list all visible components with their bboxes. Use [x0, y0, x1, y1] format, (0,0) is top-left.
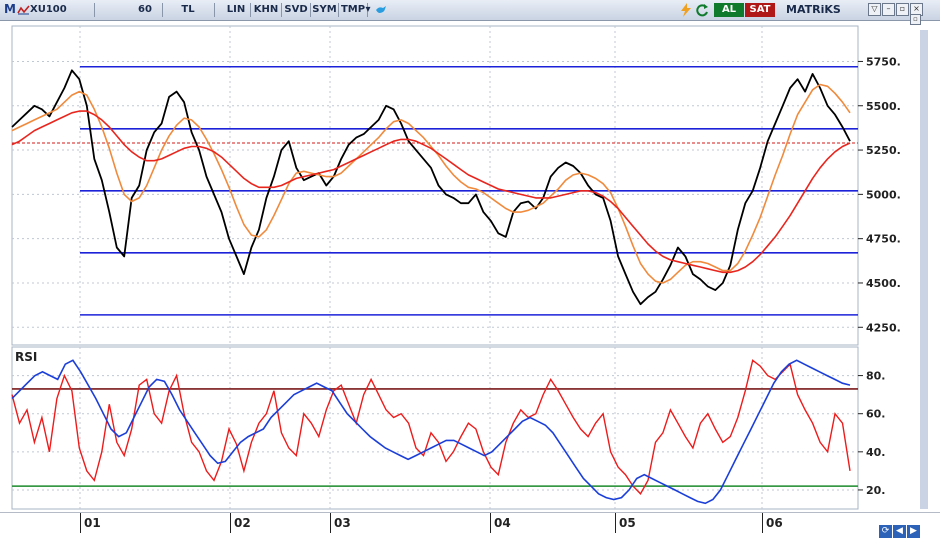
price-tick-label: 4750. [866, 233, 901, 246]
rsi-tick-label: 40. [866, 446, 886, 459]
navigation-controls: ⟳ ◀ ▶ [879, 518, 921, 538]
chart-area[interactable]: 5750.5500.5250.5000.4750.4500.4250. RSI … [0, 20, 940, 512]
rsi-tick-label: 60. [866, 408, 886, 421]
lightning-icon[interactable] [680, 3, 692, 17]
app-logo: M [4, 2, 16, 16]
date-tick-mark [762, 513, 763, 533]
date-tick-mark [330, 513, 331, 533]
linear-button[interactable]: LIN [222, 3, 251, 17]
price-axis: 5750. 5500. 5250. 5000. 4750. 4500. 4250. [858, 55, 901, 334]
price-tick-label: 5250. [866, 144, 901, 157]
rsi-tick-label: 80. [866, 370, 886, 383]
buy-button[interactable]: AL [714, 3, 744, 17]
chart-toolbar: M XU100 60 TL LIN KHN SVD SYM TMP ▾ AL S… [0, 0, 940, 25]
candle-button[interactable]: KHN [251, 3, 282, 17]
date-tick-mark [490, 513, 491, 533]
period-selector[interactable]: 60 [128, 3, 163, 17]
rsi-tick-label: 20. [866, 484, 886, 497]
date-tick-label: 02 [234, 516, 251, 530]
dropdown-arrow-icon[interactable]: ▾ [362, 3, 374, 17]
symbol-button[interactable]: SYM [311, 3, 339, 17]
sync-icon[interactable]: ⟳ [879, 525, 892, 538]
date-tick-mark [80, 513, 81, 533]
filter-icon[interactable]: ▽ [868, 3, 881, 16]
brand-label: MATRiKS [786, 3, 841, 16]
save-button[interactable]: SVD [282, 3, 311, 17]
bird-icon[interactable] [375, 4, 387, 15]
scroll-left-icon[interactable]: ◀ [893, 525, 906, 538]
symbol-icon[interactable] [17, 4, 30, 16]
rsi-label: RSI [15, 350, 37, 364]
maximize-icon[interactable]: ▫ [896, 3, 909, 16]
date-tick-mark [615, 513, 616, 533]
price-tick-label: 4500. [866, 277, 901, 290]
date-axis-bar [0, 512, 940, 548]
date-tick-label: 04 [494, 516, 511, 530]
rsi-panel-frame [11, 346, 859, 510]
price-tick-label: 5500. [866, 100, 901, 113]
price-tick-label: 5000. [866, 188, 901, 201]
date-tick-label: 01 [84, 516, 101, 530]
rsi-axis: 80. 60. 40. 20. [858, 370, 886, 497]
symbol-field[interactable]: XU100 [30, 3, 67, 17]
date-tick-label: 03 [334, 516, 351, 530]
sell-button[interactable]: SAT [745, 3, 775, 17]
date-tick-label: 05 [619, 516, 636, 530]
date-tick-mark [230, 513, 231, 533]
date-tick-label: 06 [766, 516, 783, 530]
price-tick-label: 4250. [866, 321, 901, 334]
scroll-right-icon[interactable]: ▶ [907, 525, 920, 538]
minimize-icon[interactable]: – [882, 3, 895, 16]
refresh-icon[interactable] [696, 3, 709, 17]
currency-selector[interactable]: TL [162, 3, 215, 17]
price-tick-label: 5750. [866, 55, 901, 68]
